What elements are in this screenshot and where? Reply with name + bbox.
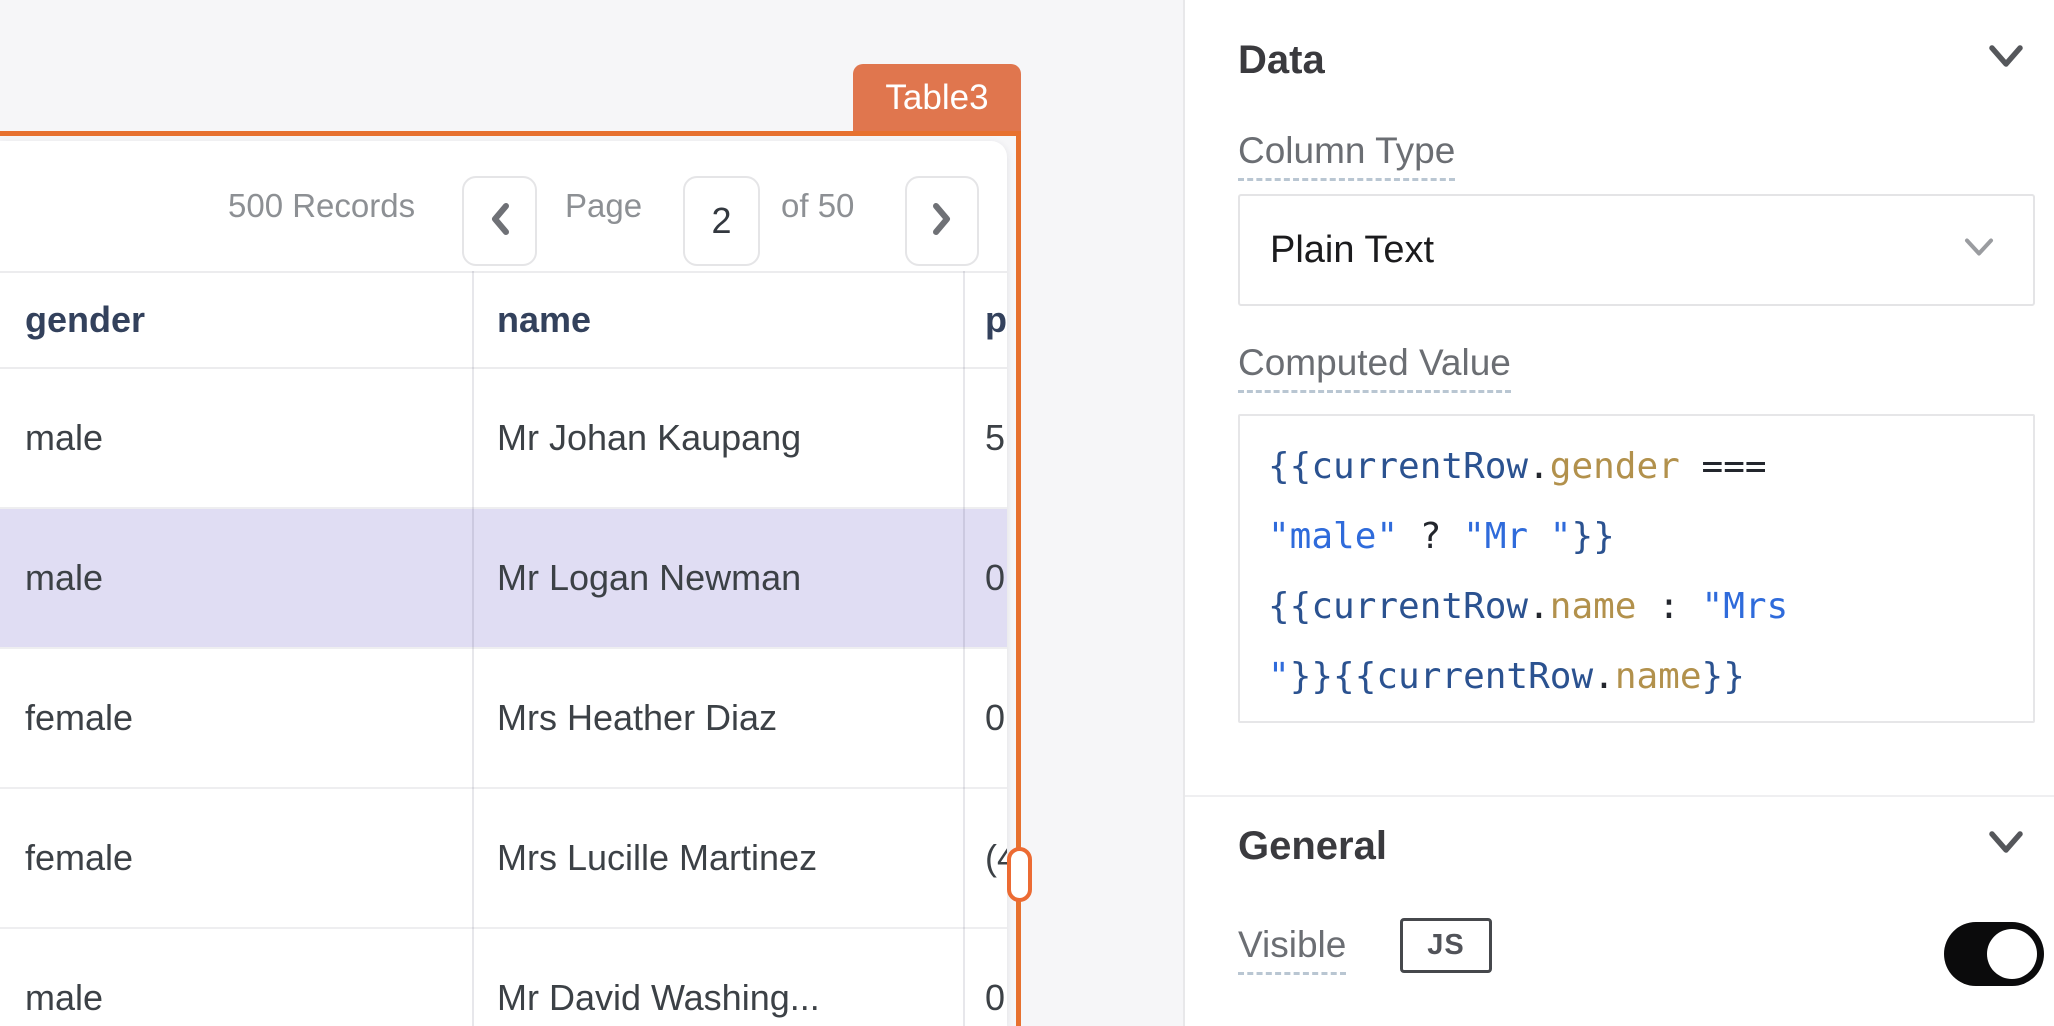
js-badge-label: JS [1427, 929, 1464, 962]
general-section-title: General [1238, 824, 1387, 869]
column-type-value: Plain Text [1270, 229, 1434, 272]
column-header-p[interactable]: p [985, 273, 1007, 367]
code-line: "}}{{currentRow.name}} [1268, 642, 2005, 712]
table-header-row: gender name p [0, 271, 1007, 369]
table-cell: 0 [985, 649, 1005, 787]
data-section-collapse-button[interactable] [1986, 42, 2026, 76]
table-cell: Mr Johan Kaupang [497, 369, 801, 507]
table-cell: Mr David Washing... [497, 929, 820, 1026]
column-header-name[interactable]: name [497, 273, 591, 367]
column-divider [472, 271, 474, 1026]
next-page-button[interactable] [905, 176, 979, 266]
column-header-gender[interactable]: gender [25, 273, 145, 367]
js-mode-button[interactable]: JS [1400, 918, 1492, 973]
chevron-down-icon [1963, 237, 1995, 264]
code-line: "male" ? "Mr "}} [1268, 502, 2005, 572]
column-type-select[interactable]: Plain Text [1238, 194, 2035, 306]
table-cell: male [25, 509, 103, 647]
table-cell: Mrs Heather Diaz [497, 649, 777, 787]
table-cell: 5 [985, 369, 1005, 507]
table-row[interactable]: male Mr Logan Newman 0 [0, 509, 1007, 649]
table-cell: Mr Logan Newman [497, 509, 801, 647]
page-total-label: of 50 [781, 141, 854, 271]
chevron-left-icon [488, 201, 512, 242]
prev-page-button[interactable] [462, 176, 537, 266]
visible-toggle[interactable] [1944, 922, 2044, 986]
table-cell: male [25, 929, 103, 1026]
records-count: 500 Records [228, 141, 415, 271]
editor-canvas: Table3 500 Records Page of 50 [0, 0, 1185, 1026]
chevron-down-icon [1987, 829, 2025, 862]
app-builder-screen: Table3 500 Records Page of 50 [0, 0, 2054, 1026]
general-section-collapse-button[interactable] [1986, 828, 2026, 862]
page-number-input[interactable] [683, 176, 760, 266]
column-type-label: Column Type [1238, 130, 1455, 181]
table-cell: (4 [985, 789, 1007, 927]
table-cell: female [25, 649, 133, 787]
code-line: {{currentRow.gender === [1268, 432, 2005, 502]
code-line: {{currentRow.name : "Mrs [1268, 572, 2005, 642]
table-body: male Mr Johan Kaupang 5 male Mr Logan Newman… [0, 369, 1007, 1026]
table-row[interactable]: male Mr David Washing... 0 [0, 929, 1007, 1026]
visible-label: Visible [1238, 924, 1346, 975]
selection-border-top [0, 131, 1021, 136]
table-cell: female [25, 789, 133, 927]
table-cell: male [25, 369, 103, 507]
toggle-knob [1987, 929, 2037, 979]
table-row[interactable]: female Mrs Heather Diaz 0 [0, 649, 1007, 789]
table-cell: 0 [985, 929, 1005, 1026]
table-row[interactable]: female Mrs Lucille Martinez (4 [0, 789, 1007, 929]
component-tab-table3[interactable]: Table3 [853, 64, 1021, 131]
page-label: Page [565, 141, 642, 271]
table-cell: Mrs Lucille Martinez [497, 789, 817, 927]
section-divider [1185, 795, 2054, 797]
table-pagination: 500 Records Page of 50 [0, 141, 1007, 271]
component-tab-label: Table3 [885, 78, 988, 118]
component-resize-handle[interactable] [1007, 847, 1032, 902]
table-row[interactable]: male Mr Johan Kaupang 5 [0, 369, 1007, 509]
inspector-panel: Data Column Type Plain Text Computed Val… [1185, 0, 2054, 1026]
column-divider [963, 271, 965, 1026]
computed-value-label: Computed Value [1238, 342, 1511, 393]
chevron-down-icon [1987, 43, 2025, 76]
computed-value-code-editor[interactable]: {{currentRow.gender ==="male" ? "Mr "}}{… [1238, 414, 2035, 723]
table-cell: 0 [985, 509, 1005, 647]
data-section-title: Data [1238, 38, 1325, 83]
table-component: 500 Records Page of 50 gender name [0, 141, 1007, 1026]
chevron-right-icon [930, 201, 954, 242]
